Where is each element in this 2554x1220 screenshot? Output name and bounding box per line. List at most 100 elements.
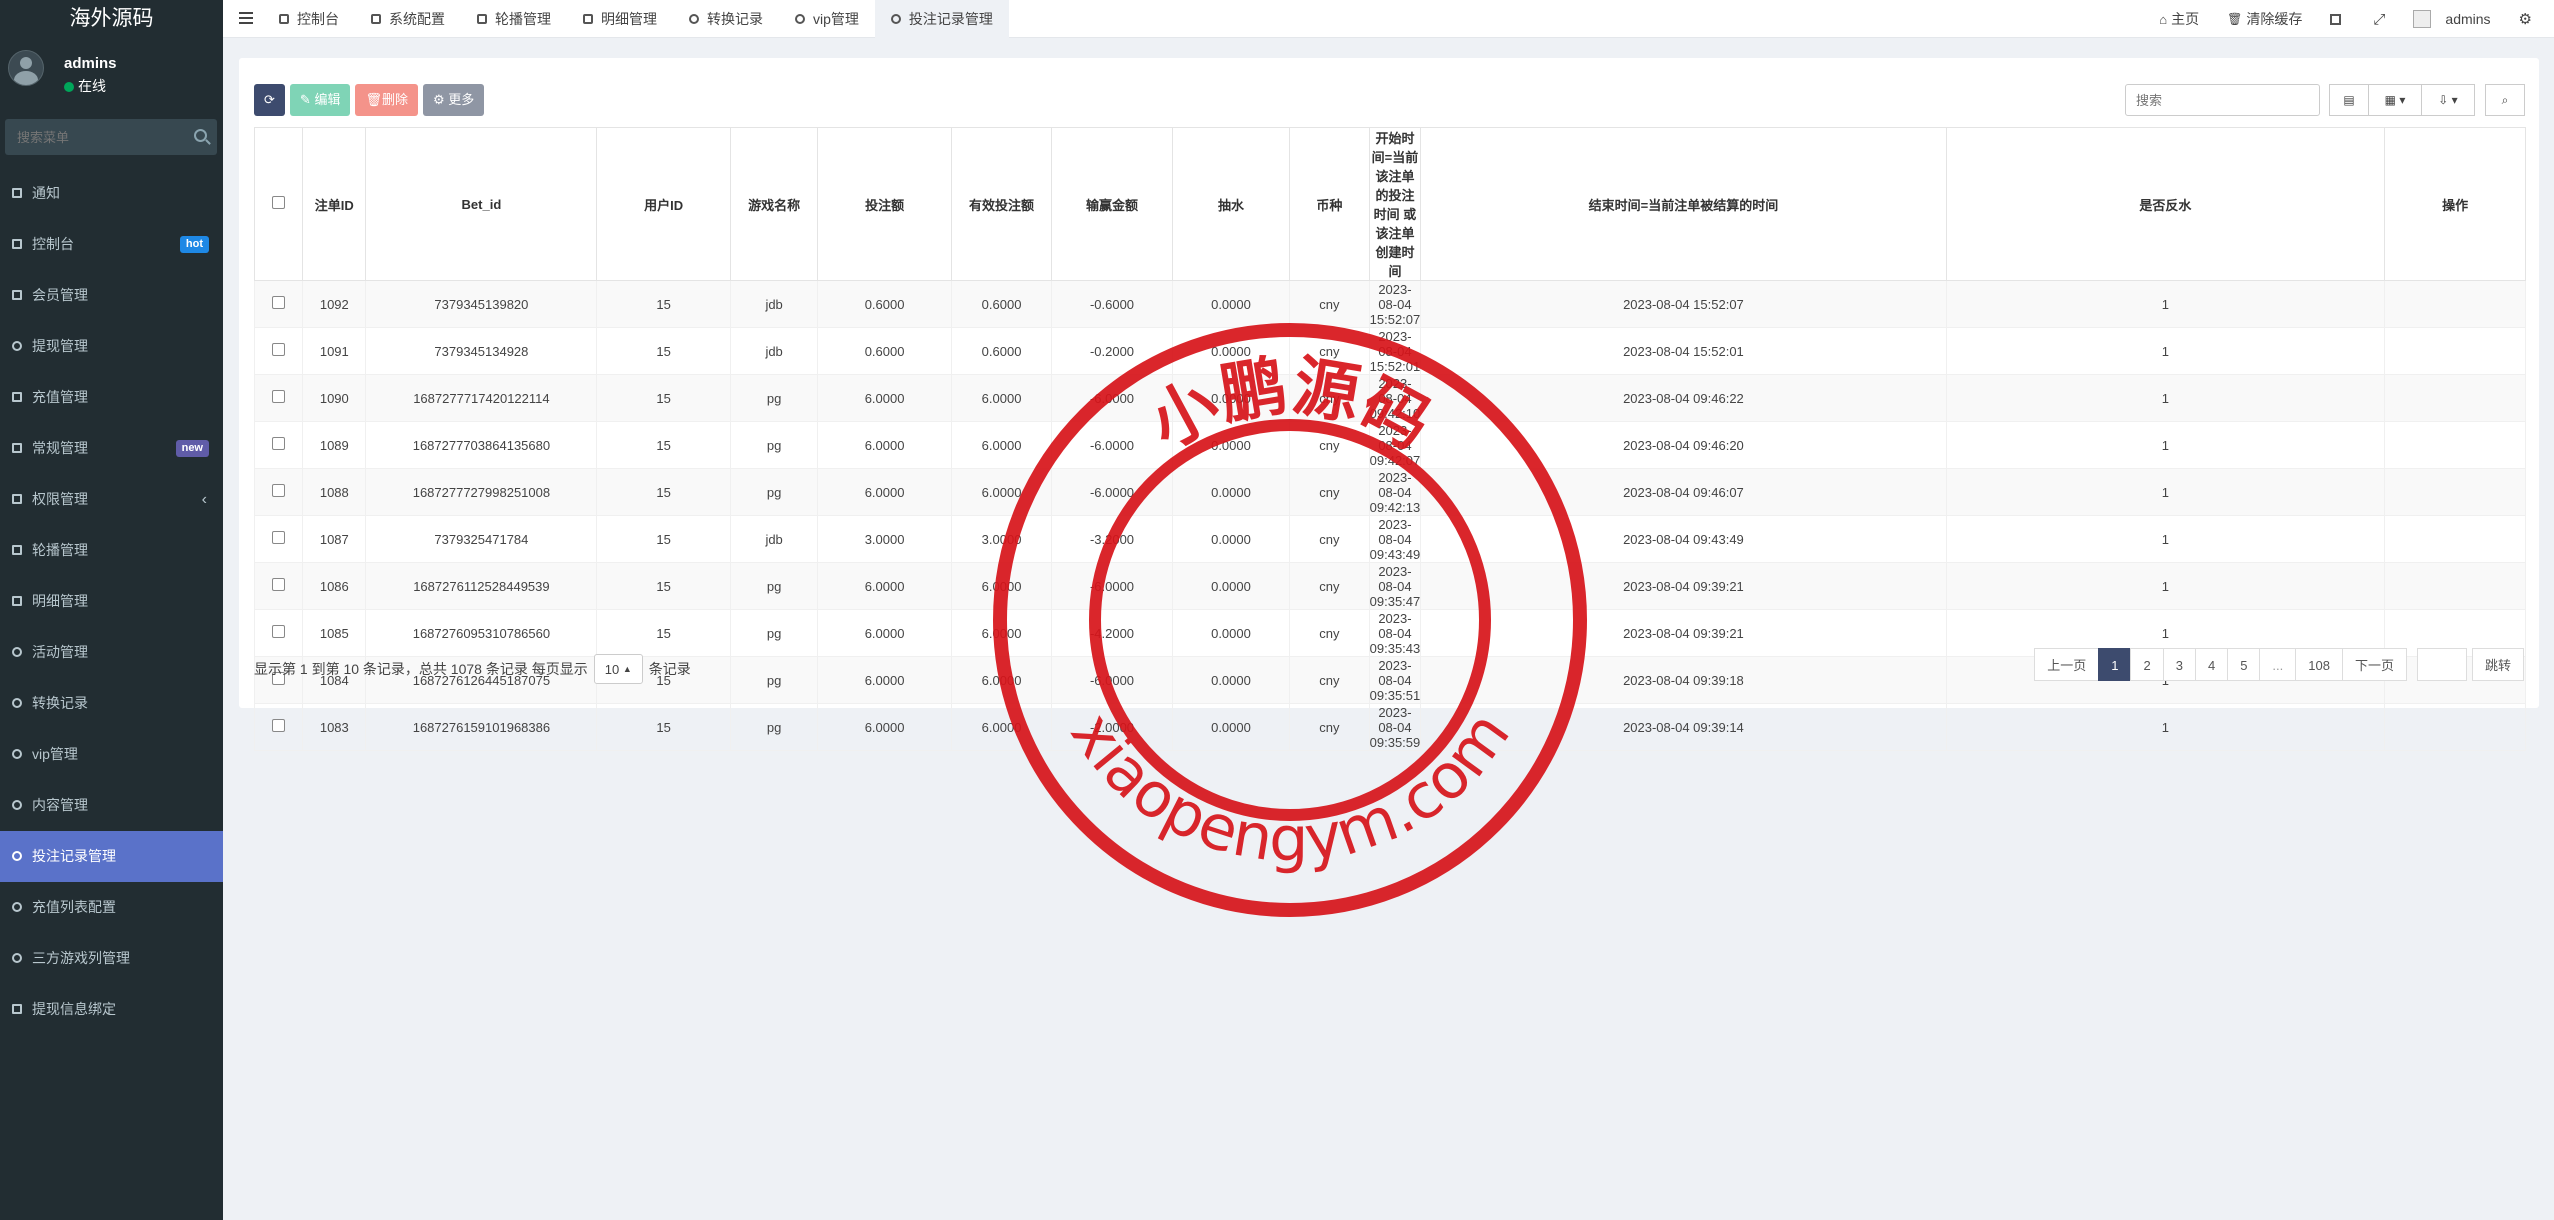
page-size-select[interactable]: 10 ▲ bbox=[594, 654, 643, 684]
sidebar-item-10[interactable]: 转换记录 bbox=[0, 678, 223, 729]
page-button[interactable]: 108 bbox=[2295, 648, 2343, 681]
row-checkbox[interactable] bbox=[272, 625, 285, 638]
table-row[interactable]: 1086168727611252844953915pg6.00006.0000-… bbox=[255, 563, 2526, 610]
table-cell: cny bbox=[1290, 704, 1369, 751]
select-all-checkbox[interactable] bbox=[272, 196, 285, 209]
menu-search-input[interactable] bbox=[5, 119, 180, 155]
sidebar-item-8[interactable]: 明细管理 bbox=[0, 576, 223, 627]
row-checkbox-cell bbox=[255, 516, 303, 563]
sidebar-item-0[interactable]: 通知 bbox=[0, 168, 223, 219]
table-row[interactable]: 1087737932547178415jdb3.00003.0000-3.200… bbox=[255, 516, 2526, 563]
table-row[interactable]: 1090168727771742012211415pg6.00006.0000-… bbox=[255, 375, 2526, 422]
sidebar-item-9[interactable]: 活动管理 bbox=[0, 627, 223, 678]
table-row[interactable]: 1089168727770386413568015pg6.00006.0000-… bbox=[255, 422, 2526, 469]
column-header[interactable]: Bet_id bbox=[366, 128, 597, 281]
admin-menu[interactable]: admins bbox=[2413, 10, 2490, 28]
tab-1[interactable]: 系统配置 bbox=[355, 0, 461, 38]
refresh-button[interactable]: ⟳ bbox=[254, 84, 285, 116]
table-cell: 6.0000 bbox=[818, 422, 952, 469]
column-header[interactable]: 结束时间=当前注单被结算的时间 bbox=[1421, 128, 1946, 281]
table-cell: 1090 bbox=[303, 375, 366, 422]
page-button[interactable]: 5 bbox=[2227, 648, 2260, 681]
row-checkbox[interactable] bbox=[272, 296, 285, 309]
sidebar-item-5[interactable]: 常规管理new bbox=[0, 423, 223, 474]
tab-5[interactable]: vip管理 bbox=[779, 0, 875, 38]
column-header[interactable]: 用户ID bbox=[597, 128, 731, 281]
table-cell: 15 bbox=[597, 281, 731, 328]
jump-button[interactable]: 跳转 bbox=[2472, 648, 2524, 681]
row-checkbox[interactable] bbox=[272, 531, 285, 544]
tab-2[interactable]: 轮播管理 bbox=[461, 0, 567, 38]
sidebar-item-7[interactable]: 轮播管理 bbox=[0, 525, 223, 576]
fullscreen-button[interactable]: ⤢ bbox=[2373, 11, 2385, 28]
app-logo[interactable]: 海外源码 bbox=[0, 0, 223, 38]
table-cell: 2023-08-04 09:46:22 bbox=[1421, 375, 1946, 422]
row-checkbox[interactable] bbox=[272, 437, 285, 450]
column-header[interactable]: 操作 bbox=[2385, 128, 2526, 281]
table-cell: 0.0000 bbox=[1172, 516, 1289, 563]
page-button[interactable]: 1 bbox=[2098, 648, 2131, 681]
edit-button[interactable]: ✎ 编辑 bbox=[290, 84, 351, 116]
column-header[interactable]: 游戏名称 bbox=[730, 128, 817, 281]
settings-button[interactable]: ⚙ bbox=[2519, 10, 2532, 28]
columns-button[interactable]: ▦ ▾ bbox=[2368, 84, 2422, 116]
sidebar-item-1[interactable]: 控制台hot bbox=[0, 219, 223, 270]
column-header[interactable]: 注单ID bbox=[303, 128, 366, 281]
column-header[interactable]: 投注额 bbox=[818, 128, 952, 281]
sidebar-item-12[interactable]: 内容管理 bbox=[0, 780, 223, 831]
column-header[interactable]: 抽水 bbox=[1172, 128, 1289, 281]
column-header[interactable]: 开始时间=当前该注单的投注时间 或该注单创建时间 bbox=[1369, 128, 1421, 281]
table-cell: 1687277703864135680 bbox=[366, 422, 597, 469]
page-button[interactable]: 4 bbox=[2195, 648, 2228, 681]
sidebar-item-3[interactable]: 提现管理 bbox=[0, 321, 223, 372]
tab-3[interactable]: 明细管理 bbox=[567, 0, 673, 38]
sidebar-item-15[interactable]: 三方游戏列管理 bbox=[0, 933, 223, 984]
column-header[interactable]: 币种 bbox=[1290, 128, 1369, 281]
row-checkbox[interactable] bbox=[272, 343, 285, 356]
language-button[interactable] bbox=[2330, 14, 2345, 25]
table-row[interactable]: 1088168727772799825100815pg6.00006.0000-… bbox=[255, 469, 2526, 516]
sidebar-item-13[interactable]: 投注记录管理 bbox=[0, 831, 223, 882]
sidebar-item-4[interactable]: 充值管理 bbox=[0, 372, 223, 423]
row-checkbox[interactable] bbox=[272, 484, 285, 497]
sidebar-item-6[interactable]: 权限管理‹ bbox=[0, 474, 223, 525]
export-button[interactable]: ⇩ ▾ bbox=[2421, 84, 2475, 116]
row-checkbox[interactable] bbox=[272, 390, 285, 403]
sidebar-item-2[interactable]: 会员管理 bbox=[0, 270, 223, 321]
table-search-input[interactable] bbox=[2125, 84, 2320, 116]
toggle-view-button[interactable]: ▤ bbox=[2329, 84, 2369, 116]
sidebar-item-label: 控制台 bbox=[32, 236, 74, 252]
more-button[interactable]: ⚙ 更多 bbox=[423, 84, 484, 116]
search-icon[interactable] bbox=[194, 129, 207, 142]
table-cell: 2023-08-04 09:46:07 bbox=[1421, 469, 1946, 516]
table-row[interactable]: 1091737934513492815jdb0.60000.6000-0.200… bbox=[255, 328, 2526, 375]
home-link[interactable]: ⌂主页 bbox=[2159, 9, 2199, 29]
jump-page-input[interactable] bbox=[2417, 648, 2467, 681]
pencil-icon: ✎ bbox=[300, 92, 311, 107]
column-header[interactable]: 有效投注额 bbox=[951, 128, 1051, 281]
table-row[interactable]: 1083168727615910196838615pg6.00006.0000-… bbox=[255, 704, 2526, 751]
row-checkbox[interactable] bbox=[272, 719, 285, 732]
next-page-button[interactable]: 下一页 bbox=[2342, 648, 2407, 681]
edit-label: 编辑 bbox=[314, 92, 340, 107]
row-checkbox[interactable] bbox=[272, 578, 285, 591]
sidebar-item-11[interactable]: vip管理 bbox=[0, 729, 223, 780]
tab-0[interactable]: 控制台 bbox=[263, 0, 355, 38]
pagination: 上一页12345...108下一页 跳转 bbox=[2035, 648, 2524, 681]
page-button[interactable]: 3 bbox=[2163, 648, 2196, 681]
search-toggle-button[interactable]: ⌕ bbox=[2485, 84, 2525, 116]
tab-4[interactable]: 转换记录 bbox=[673, 0, 779, 38]
delete-button[interactable]: 🗑删除 bbox=[355, 84, 418, 116]
column-header[interactable]: 是否反水 bbox=[1946, 128, 2385, 281]
sidebar-item-14[interactable]: 充值列表配置 bbox=[0, 882, 223, 933]
page-button[interactable]: ... bbox=[2259, 648, 2296, 681]
clear-cache-button[interactable]: 🗑清除缓存 bbox=[2227, 9, 2302, 29]
column-header[interactable]: 输赢金额 bbox=[1052, 128, 1172, 281]
select-all-checkbox-cell bbox=[255, 128, 303, 281]
menu-toggle-icon[interactable] bbox=[239, 12, 253, 24]
page-button[interactable]: 2 bbox=[2130, 648, 2163, 681]
table-row[interactable]: 1092737934513982015jdb0.60000.6000-0.600… bbox=[255, 281, 2526, 328]
prev-page-button[interactable]: 上一页 bbox=[2034, 648, 2099, 681]
tab-6[interactable]: 投注记录管理 bbox=[875, 0, 1009, 38]
sidebar-item-16[interactable]: 提现信息绑定 bbox=[0, 984, 223, 1035]
